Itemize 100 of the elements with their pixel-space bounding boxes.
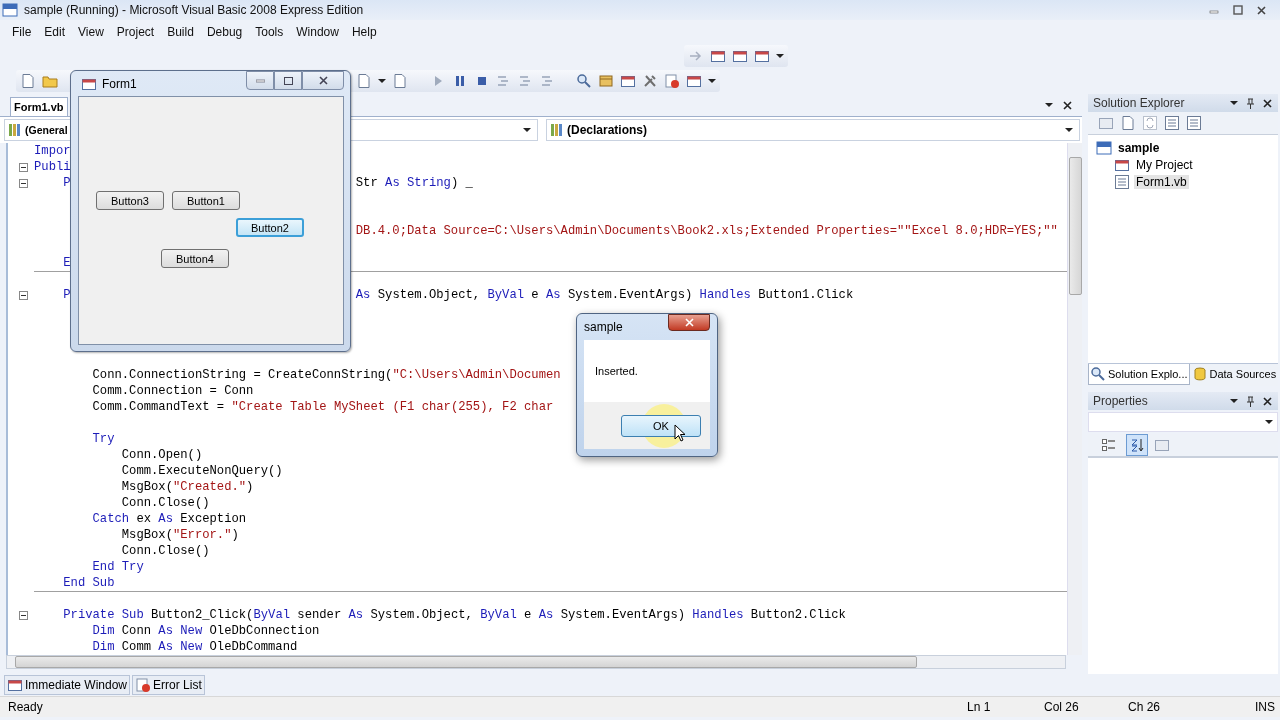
close-button[interactable] (302, 71, 344, 90)
code-fragment: DB.4.0;Data Source=C:\Users\Admin\Documents\Book2.xls;Extended Properties=""Excel 8.0;HDR=YES;"" (355, 223, 1058, 239)
message-text: Inserted. (595, 365, 638, 377)
dropdown-arrow-icon[interactable] (378, 78, 386, 84)
list-icon[interactable] (1164, 115, 1180, 131)
toolbar-overflow-icon[interactable] (776, 53, 784, 59)
menu-item[interactable]: Tools (255, 25, 284, 39)
close-icon[interactable] (1063, 100, 1072, 110)
error-list-icon (135, 677, 152, 693)
code-line: Conn.Close() (120, 543, 210, 559)
box-icon[interactable] (598, 73, 614, 89)
panel-tab[interactable]: Data Sources (1189, 364, 1279, 385)
document-tab[interactable]: Form1.vb (10, 97, 68, 116)
close-button[interactable] (668, 314, 710, 331)
form-button[interactable]: Button3 (96, 191, 164, 210)
code-fragment: Str As String) _ (355, 175, 473, 191)
menu-item[interactable]: Help (351, 25, 377, 39)
cancel-document-icon[interactable] (664, 73, 680, 89)
form-button[interactable]: Button1 (172, 191, 240, 210)
close-icon[interactable] (1263, 396, 1272, 406)
pin-icon[interactable] (1246, 395, 1255, 407)
horizontal-scrollbar[interactable] (6, 655, 1066, 669)
dropdown-arrow-icon[interactable] (1265, 419, 1273, 425)
pin-icon[interactable] (1246, 97, 1255, 109)
dropdown-arrow-icon[interactable] (523, 127, 531, 133)
tool-window-tab[interactable]: Error List (132, 675, 205, 695)
close-icon[interactable] (1263, 98, 1272, 108)
search-icon[interactable] (576, 73, 592, 89)
window-icon (7, 677, 23, 693)
menu-item[interactable]: Build (167, 25, 194, 39)
tool-window-tab[interactable]: Immediate Window (4, 675, 131, 695)
collapse-icon[interactable] (19, 610, 28, 620)
close-icon[interactable] (318, 76, 328, 85)
close-icon[interactable] (1257, 5, 1266, 15)
books-icon (549, 122, 565, 138)
code-line: Conn.Open() (120, 447, 203, 463)
ok-button[interactable]: OK (621, 414, 701, 437)
window-icon[interactable] (686, 73, 702, 89)
window-icon[interactable] (620, 73, 636, 89)
vertical-scrollbar[interactable] (1067, 143, 1082, 655)
maximize-icon (283, 76, 293, 85)
sort-az-button[interactable] (1126, 434, 1148, 456)
line-number: Ln 1 (967, 700, 992, 714)
code-line: E (62, 255, 71, 271)
categorized-icon (1101, 437, 1117, 453)
code-fragment: P (62, 175, 71, 191)
document-icon[interactable] (356, 73, 372, 89)
mouse-pointer-icon (674, 424, 686, 442)
search-icon (1090, 366, 1106, 382)
document-icon[interactable] (1120, 115, 1136, 131)
menu-item[interactable]: Edit (44, 25, 66, 39)
method-dropdown[interactable]: (Declarations) (546, 119, 1080, 141)
maximize-icon[interactable] (1233, 5, 1243, 15)
column-number: Col 26 (1044, 700, 1080, 714)
books-icon (7, 122, 23, 138)
collapse-icon[interactable] (19, 162, 28, 172)
dialog-title: sample (584, 320, 624, 334)
toolbar-overflow-icon[interactable] (708, 78, 716, 84)
collapse-icon[interactable] (19, 290, 28, 300)
form-button[interactable]: Button2 (236, 218, 304, 237)
menu-item[interactable]: Window (296, 25, 339, 39)
dropdown-arrow-icon[interactable] (1230, 100, 1238, 106)
list-icon[interactable] (1186, 115, 1202, 131)
character-number: Ch 26 (1128, 700, 1162, 714)
code-line: Conn.Close() (120, 495, 210, 511)
code-line: Conn.ConnectionString = CreateConnString("C:\Users\Admin\Documen (91, 367, 561, 383)
code-line: Comm.CommandText = "Create Table MySheet (F1 char(255), F2 char (91, 399, 554, 415)
code-line: MsgBox("Error.") (120, 527, 239, 543)
code-line: Catch ex As Exception (91, 511, 247, 527)
code-line: Private Sub Button2_Click(ByVal sender As System.Object, ByVal e As System.EventArgs) Handles Button2.Click (62, 607, 846, 623)
menu-item[interactable]: Project (116, 25, 155, 39)
maximize-button[interactable] (274, 71, 302, 90)
document-icon[interactable] (392, 73, 408, 89)
minimize-icon (255, 78, 265, 83)
form-button[interactable]: Button4 (161, 249, 229, 268)
tab-list-icon[interactable] (1045, 102, 1053, 108)
code-line: Dim Conn As New OleDbConnection (91, 623, 320, 639)
code-line: End Try (91, 559, 144, 575)
code-line: Dim Comm As New OleDbCommand (91, 639, 298, 655)
tree-item[interactable]: Form1.vb (1134, 174, 1189, 189)
status-text: Ready (8, 700, 44, 714)
code-line: End Sub (62, 575, 115, 591)
panel-tab[interactable]: Solution Explo... (1088, 364, 1190, 385)
menu-item[interactable]: Debug (206, 25, 243, 39)
menu-item[interactable]: File (12, 25, 32, 39)
tree-item[interactable]: sample (1116, 140, 1162, 155)
collapse-icon[interactable] (19, 178, 28, 188)
code-line: Impor (34, 143, 71, 159)
tree-item[interactable]: My Project (1134, 157, 1195, 172)
code-line: Try (91, 431, 115, 447)
wrench-icon[interactable] (642, 73, 658, 89)
panel-title: Properties (1093, 394, 1149, 408)
dropdown-arrow-icon[interactable] (1230, 398, 1238, 404)
dropdown-arrow-icon[interactable] (1065, 127, 1073, 133)
window-title: Form1 (102, 76, 138, 91)
document-icon[interactable] (20, 73, 36, 89)
menu-item[interactable]: View (78, 25, 104, 39)
window-icon[interactable] (710, 48, 726, 64)
window-icon[interactable] (754, 48, 770, 64)
window-icon[interactable] (732, 48, 748, 64)
